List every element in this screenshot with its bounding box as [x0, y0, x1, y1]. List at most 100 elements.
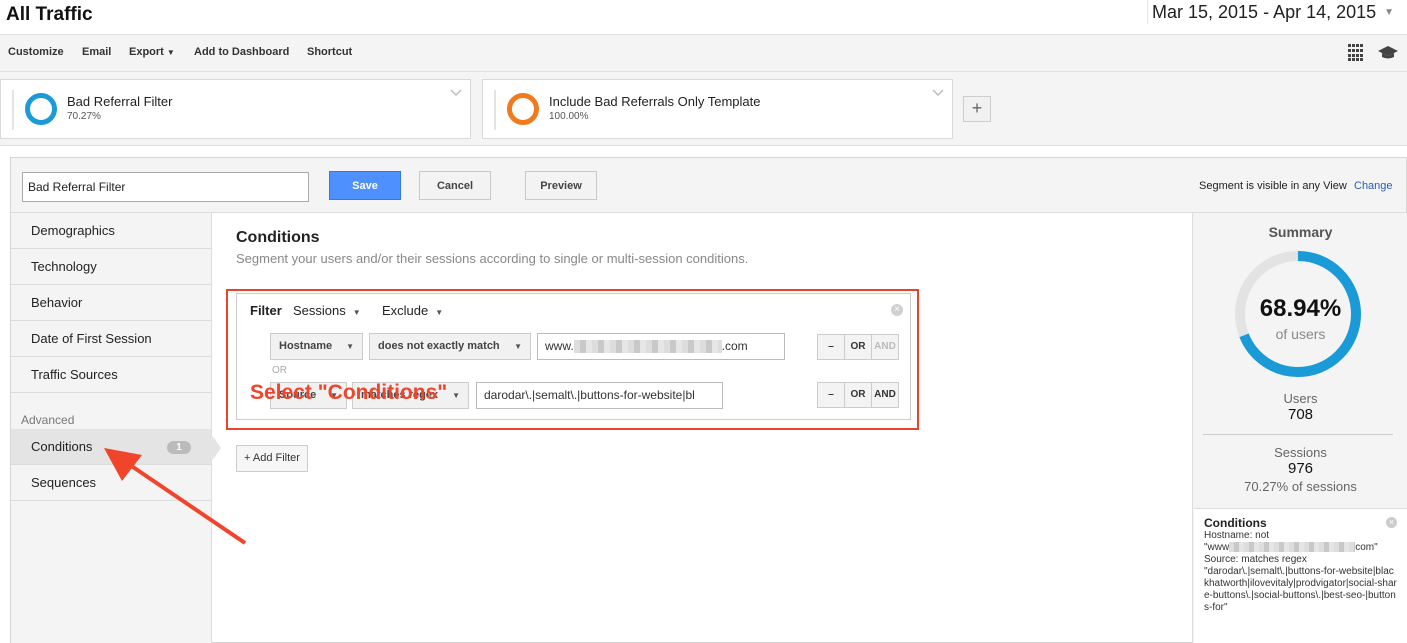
condition-prefix: "www	[1204, 542, 1230, 553]
dimension-label: Hostname	[279, 340, 333, 352]
change-visibility-link[interactable]: Change	[1354, 180, 1393, 192]
visibility-text: Segment is visible in any View	[1199, 180, 1347, 192]
segment-category-nav: Demographics Technology Behavior Date of…	[11, 213, 212, 643]
grid-icon[interactable]	[1348, 44, 1366, 62]
segment-card-include-bad-referrals[interactable]: Include Bad Referrals Only Template 100.…	[482, 79, 953, 139]
close-icon[interactable]: ×	[891, 304, 903, 316]
nav-item-demographics[interactable]: Demographics	[11, 213, 211, 249]
segment-donut-icon	[507, 93, 539, 125]
segment-card-bad-referral[interactable]: Bad Referral Filter 70.27%	[0, 79, 471, 139]
nav-item-technology[interactable]: Technology	[11, 249, 211, 285]
summary-panel: Summary 68.94% of users Users 708 Sessio…	[1192, 213, 1407, 643]
sessions-percent: 70.27% of sessions	[1244, 479, 1357, 494]
date-range-label: Mar 15, 2015 - Apr 14, 2015	[1152, 1, 1377, 22]
editor-action-bar: Save Cancel Preview Segment is visible i…	[11, 158, 1406, 213]
summary-condition-line: Source: matches regex	[1204, 554, 1307, 565]
segment-name-input[interactable]	[22, 172, 309, 202]
filter-scope-dropdown[interactable]: Sessions ▼	[293, 303, 361, 318]
segment-accent	[12, 90, 14, 130]
conditions-description: Segment your users and/or their sessions…	[236, 251, 749, 266]
customize-button[interactable]: Customize	[8, 46, 64, 58]
nav-active-pointer	[211, 434, 221, 462]
report-toolbar: Customize Email Export ▼ Add to Dashboard…	[0, 34, 1407, 72]
value-suffix: .com	[721, 339, 748, 353]
nav-item-sequences[interactable]: Sequences	[11, 465, 211, 501]
annotation-label: Select "Conditions"	[250, 381, 448, 404]
chevron-down-icon: ▼	[166, 48, 175, 57]
and-button[interactable]: AND	[872, 383, 898, 407]
close-icon[interactable]: ×	[1386, 517, 1397, 528]
source-value-input[interactable]: darodar\.|semalt\.|buttons-for-website|b…	[476, 382, 723, 409]
nav-item-conditions[interactable]: Conditions 1	[11, 429, 211, 465]
remove-condition-button[interactable]: –	[818, 383, 845, 407]
chevron-down-icon: ▼	[352, 308, 361, 317]
chevron-down-icon: ▼	[435, 308, 444, 317]
segment-percent: 70.27%	[67, 111, 101, 122]
segment-editor: Save Cancel Preview Segment is visible i…	[10, 157, 1407, 643]
divider	[1203, 434, 1393, 435]
summary-condition-line: "www com"	[1204, 542, 1397, 554]
nav-item-behavior[interactable]: Behavior	[11, 285, 211, 321]
chevron-down-icon: ▼	[346, 342, 354, 351]
redacted-text	[1229, 542, 1356, 553]
dimension-select-hostname[interactable]: Hostname ▼	[270, 333, 363, 360]
segment-donut-icon	[25, 93, 57, 125]
segment-accent	[494, 90, 496, 130]
row-operators: – OR AND	[817, 382, 899, 408]
chevron-down-icon: ▼	[452, 391, 460, 400]
chevron-down-icon: ▼	[1384, 6, 1395, 18]
shortcut-button[interactable]: Shortcut	[307, 46, 352, 58]
summary-percent-label: of users	[1275, 326, 1326, 342]
nav-item-traffic-sources[interactable]: Traffic Sources	[11, 357, 211, 393]
chevron-down-icon[interactable]	[450, 86, 462, 98]
row-operators: – OR AND	[817, 334, 899, 360]
users-value: 708	[1287, 406, 1314, 423]
filter-label: Filter	[250, 303, 282, 318]
summary-condition-line: Hostname: not	[1204, 530, 1270, 541]
nav-item-label: Conditions	[31, 439, 93, 454]
cancel-button[interactable]: Cancel	[419, 171, 491, 200]
add-filter-button[interactable]: + Add Filter	[236, 445, 308, 472]
segment-percent: 100.00%	[549, 111, 589, 122]
filter-mode-label: Exclude	[382, 303, 429, 318]
add-to-dashboard-button[interactable]: Add to Dashboard	[194, 46, 289, 58]
summary-title: Summary	[1268, 224, 1333, 240]
chevron-down-icon: ▼	[514, 342, 522, 351]
segment-name: Bad Referral Filter	[67, 94, 173, 109]
summary-conditions-title: Conditions	[1204, 516, 1267, 530]
segment-strip: Bad Referral Filter 70.27% Include Bad R…	[0, 72, 1407, 146]
save-button[interactable]: Save	[329, 171, 401, 200]
filter-mode-dropdown[interactable]: Exclude ▼	[382, 303, 443, 318]
operator-label: does not exactly match	[378, 340, 500, 352]
summary-condition-line: "darodar\.|semalt\.|buttons-for-website|…	[1204, 566, 1397, 613]
date-range-picker[interactable]: Mar 15, 2015 - Apr 14, 2015 ▼	[1147, 0, 1407, 24]
nav-advanced-heading: Advanced	[21, 413, 75, 427]
redacted-text	[573, 340, 722, 354]
chevron-down-icon[interactable]	[932, 86, 944, 98]
page-title: All Traffic	[6, 4, 93, 25]
condition-suffix: com"	[1355, 542, 1378, 553]
email-button[interactable]: Email	[82, 46, 111, 58]
hostname-value-input[interactable]: www. .com	[537, 333, 785, 360]
or-button[interactable]: OR	[845, 335, 872, 359]
or-button[interactable]: OR	[845, 383, 872, 407]
filter-scope-label: Sessions	[293, 303, 346, 318]
add-segment-button[interactable]: +	[963, 96, 991, 122]
preview-button[interactable]: Preview	[525, 171, 597, 200]
sessions-label: Sessions	[1274, 445, 1327, 460]
nav-item-date-of-first-session[interactable]: Date of First Session	[11, 321, 211, 357]
export-button[interactable]: Export ▼	[129, 46, 175, 58]
summary-percent: 68.94%	[1259, 295, 1342, 322]
conditions-count-badge: 1	[167, 441, 191, 454]
summary-conditions: Conditions × Hostname: not "www com" Sour…	[1194, 508, 1407, 643]
conditions-title: Conditions	[236, 229, 320, 246]
graduation-cap-icon[interactable]	[1378, 43, 1398, 61]
or-separator: OR	[272, 365, 287, 376]
and-button[interactable]: AND	[872, 335, 898, 359]
remove-condition-button[interactable]: –	[818, 335, 845, 359]
segment-name: Include Bad Referrals Only Template	[549, 94, 761, 109]
export-label: Export	[129, 46, 164, 58]
users-label: Users	[1283, 391, 1318, 406]
sessions-value: 976	[1287, 460, 1314, 477]
operator-select[interactable]: does not exactly match ▼	[369, 333, 531, 360]
